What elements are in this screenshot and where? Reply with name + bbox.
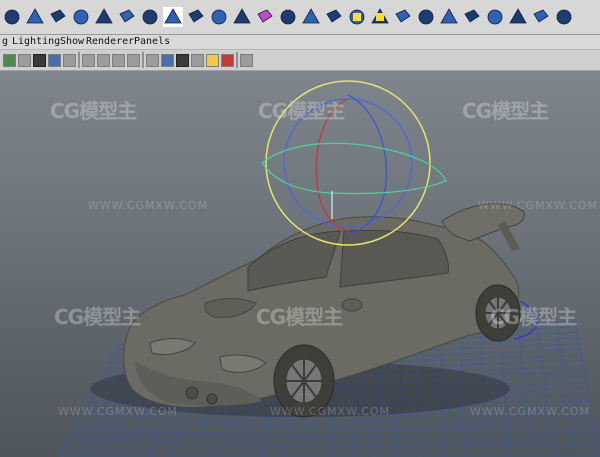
menu-item-shading[interactable]: g bbox=[2, 35, 8, 49]
texture-icon[interactable] bbox=[112, 53, 125, 67]
smooth-icon[interactable] bbox=[278, 7, 298, 27]
fog-light-right bbox=[206, 393, 218, 405]
panel-toolbar-icons bbox=[0, 52, 253, 68]
mirror-icon[interactable] bbox=[508, 7, 528, 27]
cylinder-icon[interactable] bbox=[2, 7, 22, 27]
side-mirror bbox=[341, 298, 363, 312]
viewport[interactable]: CG模型主 CG模型主 CG模型主 WWW.CGMXW.COM WWW.CGMX… bbox=[0, 71, 600, 457]
watermark-logo-4: CG模型主 bbox=[54, 305, 141, 329]
panel-menubar: g Lighting Show Renderer Panels bbox=[0, 35, 600, 50]
bridge-icon[interactable] bbox=[462, 7, 482, 27]
grid-icon[interactable] bbox=[370, 7, 390, 27]
menu-item-lighting[interactable]: Lighting bbox=[12, 35, 60, 49]
extrude-icon[interactable] bbox=[186, 7, 206, 27]
isolate-icon[interactable] bbox=[161, 53, 174, 67]
watermark-url-1: WWW.CGMXW.COM bbox=[88, 199, 209, 212]
grid-toggle-icon bbox=[78, 52, 80, 68]
resolution-gate-icon[interactable] bbox=[48, 53, 61, 67]
combine-icon[interactable] bbox=[301, 7, 321, 27]
merge-icon[interactable] bbox=[416, 7, 436, 27]
watermark-logo-5: CG模型主 bbox=[256, 305, 343, 329]
film-gate-icon[interactable] bbox=[33, 53, 46, 67]
shadows-icon bbox=[142, 52, 144, 68]
smooth-shade-icon[interactable] bbox=[97, 53, 110, 67]
xray-icon[interactable] bbox=[146, 53, 159, 67]
camera-icon[interactable] bbox=[3, 53, 16, 67]
torus-icon[interactable] bbox=[71, 7, 91, 27]
menu-item-panels[interactable]: Panels bbox=[134, 35, 170, 49]
extract-icon[interactable] bbox=[531, 7, 551, 27]
pyramid-icon[interactable] bbox=[94, 7, 114, 27]
menu-item-show[interactable]: Show bbox=[60, 35, 84, 49]
cube-icon[interactable] bbox=[255, 7, 275, 27]
watermark-url-3: WWW.CGMXW.COM bbox=[58, 405, 179, 418]
append-icon[interactable] bbox=[393, 7, 413, 27]
fog-light-left bbox=[185, 386, 199, 400]
manipulator-green-ring[interactable] bbox=[261, 142, 447, 195]
frame-all-icon[interactable] bbox=[221, 53, 234, 67]
safe-action-icon[interactable] bbox=[63, 53, 76, 67]
nurbs-cylinder-icon[interactable] bbox=[117, 7, 137, 27]
manipulator-blue-arc[interactable] bbox=[347, 94, 387, 236]
panel-toolbar bbox=[0, 50, 600, 71]
shelf-icons bbox=[0, 2, 574, 32]
snapshot-icon[interactable] bbox=[206, 53, 219, 67]
viewport-scene[interactable] bbox=[0, 71, 600, 457]
watermark-logo-6: CG模型主 bbox=[490, 305, 577, 329]
watermark-logo-1: CG模型主 bbox=[50, 99, 137, 123]
plane-icon[interactable] bbox=[48, 7, 68, 27]
lights-icon[interactable] bbox=[127, 53, 140, 67]
wireframe-icon[interactable] bbox=[82, 53, 95, 67]
fill-hole-icon[interactable] bbox=[554, 7, 574, 27]
bevel-icon[interactable] bbox=[163, 7, 183, 27]
globe-icon[interactable] bbox=[209, 7, 229, 27]
separate-icon[interactable] bbox=[324, 7, 344, 27]
subdiv-icon[interactable] bbox=[232, 7, 252, 27]
watermark-url-2: WWW.CGMXW.COM bbox=[478, 199, 599, 212]
menu-item-renderer[interactable]: Renderer bbox=[86, 35, 134, 49]
wedge-icon[interactable] bbox=[347, 7, 367, 27]
watermark-logo-3: CG模型主 bbox=[462, 99, 549, 123]
hud-icon[interactable] bbox=[240, 53, 253, 67]
shelf bbox=[0, 0, 600, 35]
watermark-url-5: WWW.CGMXW.COM bbox=[470, 405, 591, 418]
watermark-logo-2: CG模型主 bbox=[258, 99, 345, 123]
sphere-icon[interactable] bbox=[140, 7, 160, 27]
split-icon[interactable] bbox=[439, 7, 459, 27]
bookmark-icon[interactable] bbox=[18, 53, 31, 67]
sculpt-icon[interactable] bbox=[485, 7, 505, 27]
render-icon[interactable] bbox=[176, 53, 189, 67]
frame-selected-icon bbox=[236, 52, 238, 68]
watermark-url-4: WWW.CGMXW.COM bbox=[270, 405, 391, 418]
ipr-icon[interactable] bbox=[191, 53, 204, 67]
cone-icon[interactable] bbox=[25, 7, 45, 27]
